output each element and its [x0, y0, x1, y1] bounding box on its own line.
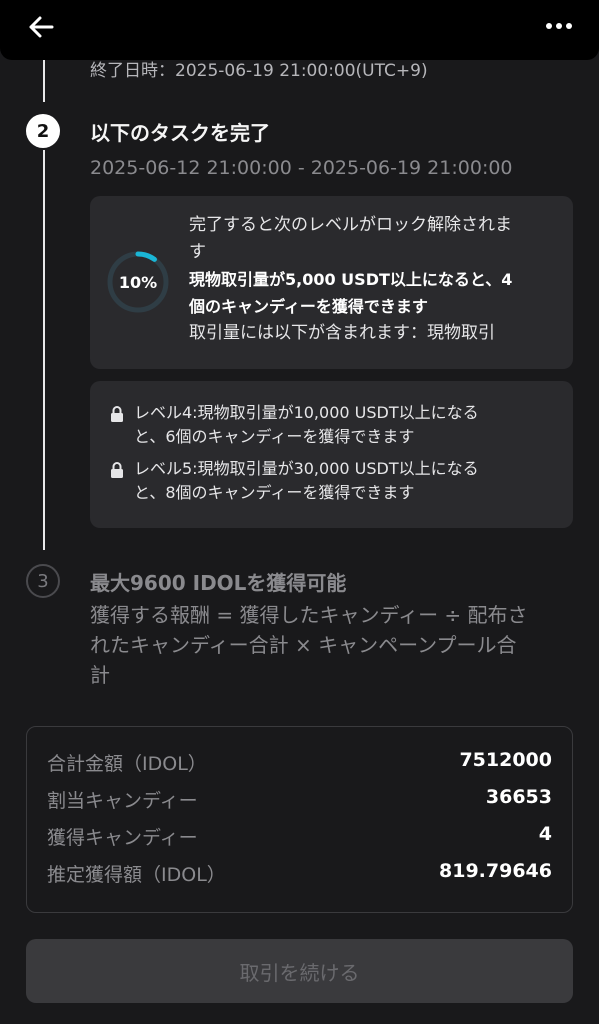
arrow-left-icon[interactable] — [26, 12, 56, 42]
reward-formula-line3: 計 — [90, 663, 110, 687]
locked-level-line1: レベル5:現物取引量が30,000 USDT以上になる — [134, 459, 479, 478]
summary-row-total-amount: 合計金額（IDOL） 7512000 — [47, 749, 552, 776]
step3-title: 最大9600 IDOLを獲得可能 — [90, 571, 347, 595]
summary-label: 推定獲得額（IDOL） — [47, 864, 226, 886]
lock-icon — [111, 406, 123, 422]
step2-number-badge: 2 — [26, 114, 60, 148]
locked-level-line2: と、8個のキャンディーを獲得できます — [134, 483, 415, 502]
locked-level-item: レベル5:現物取引量が30,000 USDT以上になる と、8個のキャンディーを… — [110, 457, 558, 505]
reward-formula-line1: 獲得する報酬 = 獲得したキャンディー ÷ 配布さ — [90, 603, 528, 627]
summary-label: 合計金額（IDOL） — [47, 753, 207, 775]
locked-level-item: レベル4:現物取引量が10,000 USDT以上になる と、6個のキャンディーを… — [110, 401, 558, 449]
step3-number-badge: 3 — [26, 564, 60, 598]
reward-formula: 獲得する報酬 = 獲得したキャンディー ÷ 配布さ れたキャンディー合計 × キ… — [90, 600, 570, 690]
more-horizontal-icon[interactable] — [545, 16, 573, 36]
summary-row-earned-candies: 獲得キャンディー 4 — [47, 823, 552, 850]
current-goal-line1: 現物取引量が5,000 USDT以上になると、4 — [189, 270, 513, 289]
timeline-connector-2 — [43, 150, 45, 550]
volume-includes: 取引量には以下が含まれます：現物取引 — [189, 323, 495, 343]
locked-levels-card: レベル4:現物取引量が10,000 USDT以上になる と、6個のキャンディーを… — [90, 381, 573, 528]
summary-value: 4 — [538, 823, 552, 845]
locked-level-line1: レベル4:現物取引量が10,000 USDT以上になる — [134, 403, 479, 422]
top-bar — [0, 0, 599, 60]
step2-title: 以下のタスクを完了 — [90, 121, 270, 145]
reward-formula-line2: れたキャンディー合計 × キャンペーンプール合 — [90, 633, 517, 657]
progress-percent: 10% — [118, 272, 158, 292]
step2-date-range: 2025-06-12 21:00:00 - 2025-06-19 21:00:0… — [90, 157, 513, 179]
locked-level-line2: と、6個のキャンディーを獲得できます — [134, 427, 415, 446]
unlock-hint: 完了すると次のレベルがロック解除されま — [189, 215, 512, 235]
summary-value: 36653 — [485, 786, 552, 808]
summary-row-estimated-reward: 推定獲得額（IDOL） 819.79646 — [47, 860, 552, 887]
current-task-card: 10% 完了すると次のレベルがロック解除されま す 現物取引量が5,000 US… — [90, 196, 573, 369]
lock-icon — [111, 462, 123, 478]
continue-trading-button[interactable]: 取引を続ける — [26, 939, 573, 1003]
unlock-hint-cont: す — [189, 242, 206, 262]
current-goal-line2: 個のキャンディーを獲得できます — [189, 297, 428, 316]
summary-value: 819.79646 — [439, 860, 552, 882]
summary-box: 合計金額（IDOL） 7512000 割当キャンディー 36653 獲得キャンデ… — [26, 726, 573, 913]
timeline-connector-1 — [43, 60, 45, 102]
summary-value: 7512000 — [459, 749, 552, 771]
summary-row-allocated-candies: 割当キャンディー 36653 — [47, 786, 552, 813]
summary-label: 割当キャンディー — [47, 790, 198, 812]
summary-label: 獲得キャンディー — [47, 827, 198, 849]
